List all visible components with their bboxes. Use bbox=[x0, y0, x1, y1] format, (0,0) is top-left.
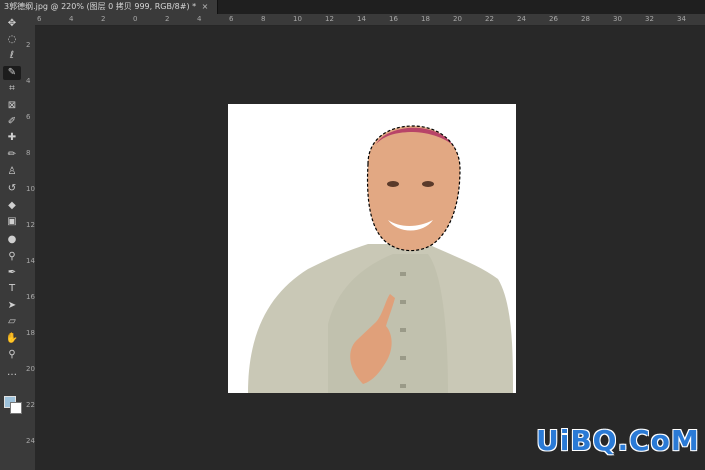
portrait-photo bbox=[228, 104, 516, 393]
ruler-label: 4 bbox=[197, 15, 202, 23]
type-tool[interactable]: T bbox=[3, 282, 21, 296]
quick-selection-tool[interactable]: ✎ bbox=[3, 66, 21, 80]
ruler-label: 12 bbox=[26, 221, 35, 229]
document-tab-bar: 3郭德纲.jpg @ 220% (图层 0 拷贝 999, RGB/8#) * … bbox=[0, 0, 705, 15]
ruler-label: 12 bbox=[325, 15, 334, 23]
move-tool[interactable]: ✥ bbox=[3, 17, 21, 31]
ruler-label: 6 bbox=[37, 15, 42, 23]
ruler-label: 22 bbox=[26, 401, 35, 409]
more-tools[interactable]: … bbox=[3, 366, 21, 380]
zoom-tool[interactable]: ⚲ bbox=[3, 348, 21, 362]
ruler-label: 10 bbox=[293, 15, 302, 23]
ruler-label: 4 bbox=[26, 77, 31, 85]
ruler-label: 28 bbox=[581, 15, 590, 23]
document-tab-title: 3郭德纲.jpg @ 220% (图层 0 拷贝 999, RGB/8#) * bbox=[4, 2, 197, 11]
ruler-label: 8 bbox=[261, 15, 266, 23]
blur-tool[interactable]: ● bbox=[3, 233, 21, 247]
horizontal-ruler[interactable]: 6 4 2 0 2 4 6 8 10 12 14 16 18 20 22 24 26 28 30 32 34 bbox=[35, 14, 705, 26]
ruler-label: 2 bbox=[101, 15, 106, 23]
ruler-origin[interactable] bbox=[24, 14, 35, 25]
hand-tool[interactable]: ✋ bbox=[3, 332, 21, 346]
gradient-tool[interactable]: ▣ bbox=[3, 215, 21, 229]
healing-brush-tool[interactable]: ✚ bbox=[3, 131, 21, 145]
ruler-label: 20 bbox=[453, 15, 462, 23]
ruler-label: 30 bbox=[613, 15, 622, 23]
ruler-label: 4 bbox=[69, 15, 74, 23]
site-watermark: UiBQ.CoM bbox=[536, 424, 700, 457]
ruler-label: 24 bbox=[26, 437, 35, 445]
shape-tool[interactable]: ▱ bbox=[3, 315, 21, 329]
ruler-label: 18 bbox=[26, 329, 35, 337]
eyedropper-tool[interactable]: ✐ bbox=[3, 115, 21, 129]
ruler-label: 14 bbox=[26, 257, 35, 265]
ruler-label: 22 bbox=[485, 15, 494, 23]
ruler-label: 2 bbox=[26, 41, 31, 49]
ruler-label: 18 bbox=[421, 15, 430, 23]
ruler-label: 6 bbox=[229, 15, 234, 23]
background-color-swatch[interactable] bbox=[10, 402, 22, 414]
marquee-tool[interactable]: ◌ bbox=[3, 33, 21, 47]
brush-tool[interactable]: ✏ bbox=[3, 148, 21, 162]
document-image[interactable] bbox=[228, 104, 516, 393]
ruler-label: 14 bbox=[357, 15, 366, 23]
lasso-tool[interactable]: ℓ bbox=[3, 49, 21, 63]
ruler-label: 6 bbox=[26, 113, 31, 121]
history-brush-tool[interactable]: ↺ bbox=[3, 182, 21, 196]
ruler-label: 16 bbox=[26, 293, 35, 301]
ruler-label: 16 bbox=[389, 15, 398, 23]
close-icon[interactable]: × bbox=[202, 2, 209, 11]
ruler-label: 8 bbox=[26, 149, 31, 157]
ruler-label: 32 bbox=[645, 15, 654, 23]
pen-tool[interactable]: ✒ bbox=[3, 266, 21, 280]
ruler-label: 26 bbox=[549, 15, 558, 23]
clone-stamp-tool[interactable]: ♙ bbox=[3, 165, 21, 179]
ruler-label: 20 bbox=[26, 365, 35, 373]
ruler-label: 24 bbox=[517, 15, 526, 23]
ruler-label: 2 bbox=[165, 15, 170, 23]
document-tab[interactable]: 3郭德纲.jpg @ 220% (图层 0 拷贝 999, RGB/8#) * … bbox=[0, 0, 218, 14]
dodge-tool[interactable]: ⚲ bbox=[3, 250, 21, 264]
ruler-label: 0 bbox=[133, 15, 138, 23]
frame-tool[interactable]: ⊠ bbox=[3, 99, 21, 113]
crop-tool[interactable]: ⌗ bbox=[3, 82, 21, 96]
ruler-label: 34 bbox=[677, 15, 686, 23]
ruler-label: 10 bbox=[26, 185, 35, 193]
path-selection-tool[interactable]: ➤ bbox=[3, 299, 21, 313]
eraser-tool[interactable]: ◆ bbox=[3, 199, 21, 213]
